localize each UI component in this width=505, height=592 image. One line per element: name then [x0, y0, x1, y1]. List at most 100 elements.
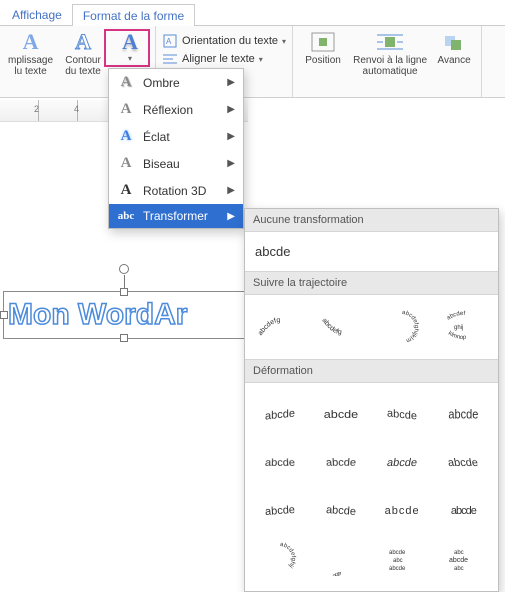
- effect-rotation3d-label: Rotation 3D: [143, 184, 206, 198]
- warp-thumb[interactable]: abcdefghij: [253, 539, 306, 579]
- wrap-text-button[interactable]: Renvoi à la ligne automatique: [351, 29, 429, 79]
- text-effects-dropdown: A Ombre ▶ A Réflexion ▶ A Éclat ▶ A Bise…: [108, 68, 244, 229]
- warp-thumb[interactable]: abcde: [253, 395, 306, 435]
- tab-display[interactable]: Affichage: [2, 4, 72, 25]
- letter-a-3d-icon: A: [117, 182, 135, 199]
- wrap-icon: [377, 31, 403, 53]
- letter-a-effects-icon: A: [117, 31, 143, 53]
- letter-a-bevel-icon: A: [117, 155, 135, 172]
- warp-thumb[interactable]: abcde: [314, 491, 367, 531]
- text-orientation-label: Orientation du texte: [182, 35, 278, 47]
- path-circle[interactable]: abcdefghijklm: [376, 307, 429, 347]
- effect-rotation3d[interactable]: A Rotation 3D ▶: [109, 177, 243, 204]
- rotation-handle[interactable]: [119, 264, 129, 274]
- effect-reflection-label: Réflexion: [143, 103, 193, 117]
- warp-thumb[interactable]: abcde: [376, 443, 429, 483]
- text-orientation-button[interactable]: A Orientation du texte ▾: [162, 32, 286, 50]
- svg-text:abcdefghijklm: abcdefghijklm: [402, 310, 419, 343]
- ribbon: A mplissage lu texte A Contour du texte …: [0, 26, 505, 98]
- transform-follow-header: Suivre la trajectoire: [245, 271, 498, 295]
- align-icon: [162, 52, 178, 66]
- position-label: Position: [305, 55, 341, 66]
- selection-box: [3, 291, 245, 339]
- letter-a-fill-icon: A: [18, 31, 44, 53]
- chevron-down-icon: ▾: [128, 55, 132, 64]
- ruler-tick: 4: [74, 104, 79, 114]
- warp-thumb[interactable]: abcde: [314, 443, 367, 483]
- align-text-button[interactable]: Aligner le texte ▾: [162, 50, 263, 68]
- effect-shadow[interactable]: A Ombre ▶: [109, 69, 243, 96]
- position-button[interactable]: Position: [299, 29, 347, 68]
- svg-text:abc: abc: [454, 550, 464, 556]
- effect-bevel-label: Biseau: [143, 157, 180, 171]
- effect-reflection[interactable]: A Réflexion ▶: [109, 96, 243, 123]
- chevron-right-icon: ▶: [227, 185, 235, 196]
- chevron-right-icon: ▶: [227, 77, 235, 88]
- effect-glow[interactable]: A Éclat ▶: [109, 123, 243, 150]
- svg-text:abcde: abcde: [389, 550, 406, 556]
- warp-thumb[interactable]: abcde: [376, 491, 429, 531]
- svg-text:ghij: ghij: [454, 325, 463, 331]
- arrange-group: Position Renvoi à la ligne automatique A…: [293, 26, 482, 97]
- resize-handle-bottom[interactable]: [120, 334, 128, 342]
- text-outline-button[interactable]: A Contour du texte: [59, 29, 107, 79]
- svg-text:abcdefghij: abcdefghij: [327, 570, 342, 576]
- svg-text:abc: abc: [393, 558, 403, 564]
- tab-format-shape[interactable]: Format de la forme: [72, 4, 195, 26]
- text-effects-button[interactable]: A ▾: [111, 29, 149, 66]
- wordart-selection[interactable]: Mon WordAr: [8, 296, 240, 334]
- letter-a-outline-icon: A: [70, 31, 96, 53]
- chevron-right-icon: ▶: [227, 131, 235, 142]
- transform-deform-header: Déformation: [245, 359, 498, 383]
- effect-bevel[interactable]: A Biseau ▶: [109, 150, 243, 177]
- warp-thumb[interactable]: abcde abc abcde: [376, 539, 429, 579]
- letter-a-glow-icon: A: [117, 128, 135, 145]
- warp-thumb[interactable]: abcde: [314, 395, 367, 435]
- warp-thumb[interactable]: abcde: [376, 395, 429, 435]
- warp-thumb[interactable]: abcde: [253, 491, 306, 531]
- text-fill-button[interactable]: A mplissage lu texte: [6, 29, 55, 79]
- tab-bar: Affichage Format de la forme: [0, 0, 505, 26]
- effect-shadow-label: Ombre: [143, 76, 180, 90]
- svg-text:abcdef: abcdef: [446, 311, 466, 322]
- svg-text:abcde: abcde: [389, 566, 406, 572]
- transform-none-header: Aucune transformation: [245, 209, 498, 232]
- advance-label: Avance: [437, 55, 470, 66]
- letter-a-reflection-icon: A: [117, 101, 135, 118]
- svg-text:klmnop: klmnop: [447, 331, 467, 341]
- text-outline-label: Contour du texte: [65, 55, 101, 77]
- orientation-icon: A: [162, 34, 178, 48]
- resize-handle-left[interactable]: [0, 311, 8, 319]
- align-text-label: Aligner le texte: [182, 53, 255, 65]
- svg-text:abcdefg: abcdefg: [320, 317, 342, 336]
- warp-thumb[interactable]: abcdefghij: [314, 539, 367, 579]
- resize-handle-top[interactable]: [120, 288, 128, 296]
- chevron-right-icon: ▶: [227, 158, 235, 169]
- effect-transform-label: Transformer: [143, 209, 208, 223]
- position-icon: [310, 31, 336, 53]
- chevron-down-icon: ▾: [282, 37, 286, 46]
- letter-a-transform-icon: abc: [117, 210, 135, 222]
- advance-button[interactable]: Avance: [433, 29, 475, 68]
- svg-text:abcde: abcde: [449, 557, 468, 564]
- chevron-right-icon: ▶: [227, 104, 235, 115]
- svg-text:abcdefg: abcdefg: [257, 317, 281, 337]
- warp-thumb[interactable]: abcde: [437, 395, 490, 435]
- wrap-text-label: Renvoi à la ligne automatique: [353, 55, 427, 77]
- warp-thumb[interactable]: abcde: [437, 443, 490, 483]
- letter-a-shadow-icon: A: [117, 74, 135, 91]
- transform-none-thumb[interactable]: abcde: [253, 240, 292, 263]
- text-fill-label: mplissage lu texte: [8, 55, 53, 77]
- warp-thumb[interactable]: abcde: [437, 491, 490, 531]
- effect-transform[interactable]: abc Transformer ▶: [109, 204, 243, 228]
- chevron-down-icon: ▾: [259, 55, 263, 64]
- path-button[interactable]: abcdef ghijklmnop: [437, 307, 490, 347]
- transform-subpanel: Aucune transformation abcde Suivre la tr…: [244, 208, 499, 592]
- advance-icon: [441, 31, 467, 53]
- path-arc-up[interactable]: abcdefg: [314, 307, 367, 347]
- warp-thumb[interactable]: abcde: [253, 443, 306, 483]
- path-arc-down[interactable]: abcdefg: [253, 307, 306, 347]
- effect-glow-label: Éclat: [143, 130, 170, 144]
- ruler-tick: 2: [34, 104, 39, 114]
- warp-thumb[interactable]: abcabcdeabc: [437, 539, 490, 579]
